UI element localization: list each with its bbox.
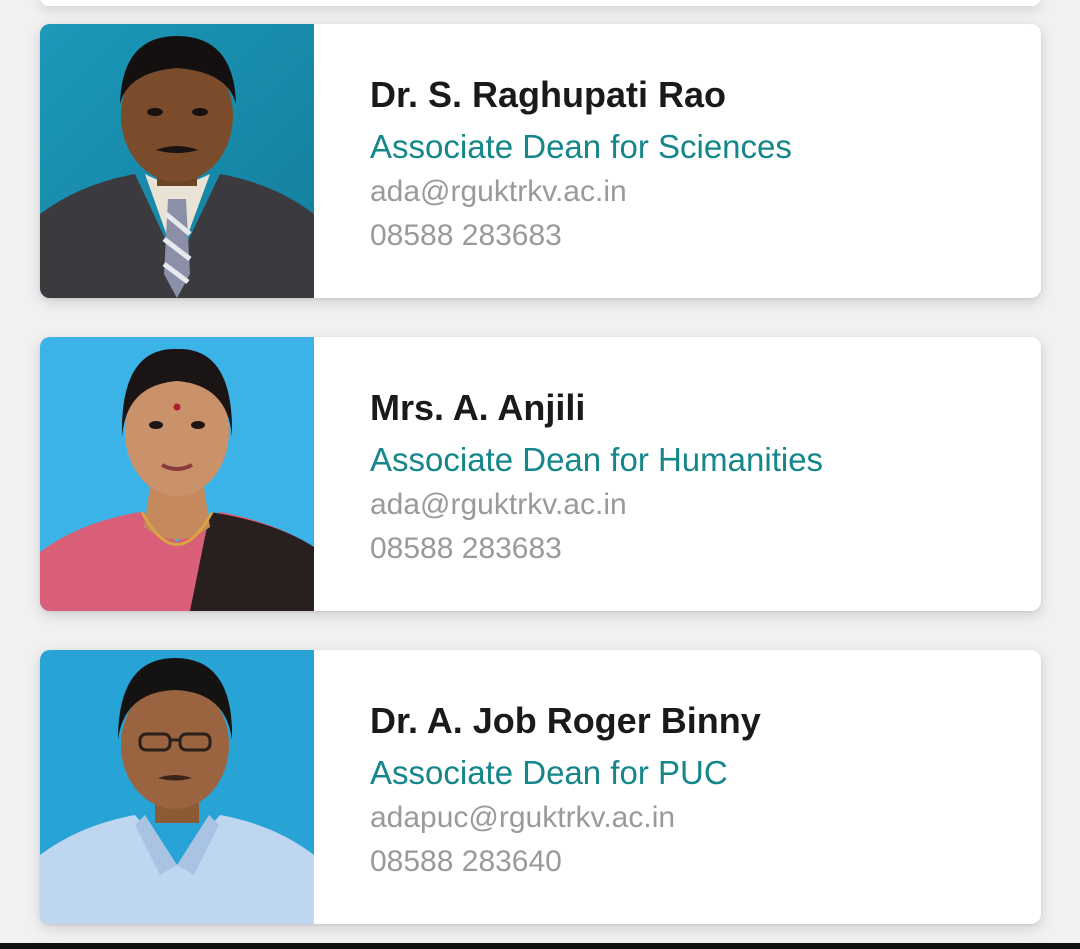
faculty-card[interactable]: Dr. S. Raghupati Rao Associate Dean for …	[40, 24, 1041, 298]
faculty-role: Associate Dean for PUC	[370, 754, 728, 791]
faculty-email[interactable]: ada@rguktrkv.ac.in	[370, 170, 1021, 214]
faculty-email[interactable]: ada@rguktrkv.ac.in	[370, 483, 1021, 527]
faculty-photo	[40, 24, 314, 298]
faculty-photo	[40, 337, 314, 611]
faculty-info: Mrs. A. Anjili Associate Dean for Humani…	[370, 385, 1021, 571]
faculty-name: Dr. S. Raghupati Rao	[370, 74, 727, 115]
faculty-role: Associate Dean for Humanities	[370, 441, 824, 478]
navigation-bar	[0, 943, 1080, 949]
faculty-card[interactable]: Mrs. A. Anjili Associate Dean for Humani…	[40, 337, 1041, 611]
faculty-phone[interactable]: 08588 283640	[370, 840, 1021, 884]
previous-card-edge	[40, 0, 1041, 6]
faculty-phone[interactable]: 08588 283683	[370, 527, 1021, 571]
faculty-info: Dr. A. Job Roger Binny Associate Dean fo…	[370, 698, 1021, 884]
faculty-card[interactable]: Dr. A. Job Roger Binny Associate Dean fo…	[40, 650, 1041, 924]
faculty-role: Associate Dean for Sciences	[370, 128, 792, 165]
faculty-photo	[40, 650, 314, 924]
faculty-email[interactable]: adapuc@rguktrkv.ac.in	[370, 796, 1021, 840]
faculty-name: Dr. A. Job Roger Binny	[370, 700, 761, 741]
faculty-name: Mrs. A. Anjili	[370, 387, 586, 428]
faculty-info: Dr. S. Raghupati Rao Associate Dean for …	[370, 72, 1021, 258]
faculty-phone[interactable]: 08588 283683	[370, 214, 1021, 258]
